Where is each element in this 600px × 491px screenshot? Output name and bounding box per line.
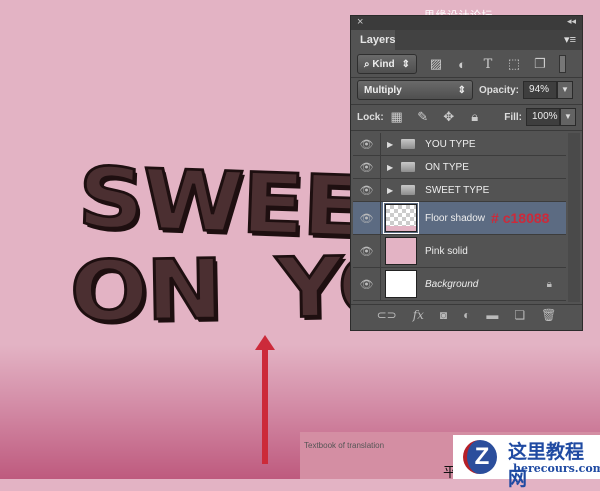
layer-pink-solid[interactable]: 👁︎ Pink solid: [353, 235, 566, 268]
panel-toolbar: ⊂⊃ fx ◙ ◐ ▬ ❏ 🗑︎: [351, 304, 582, 324]
lock-icon: 🔒︎: [546, 278, 552, 290]
artwork-on: ON: [68, 240, 224, 342]
lock-pixels-icon[interactable]: ✎: [416, 109, 430, 124]
eye-icon[interactable]: 👁︎: [353, 235, 381, 267]
layer-name: YOU TYPE: [425, 138, 476, 150]
layer-background[interactable]: 👁︎ Background 🔒︎: [353, 268, 566, 301]
filter-kind-select[interactable]: ⌕ Kind ⇕: [357, 54, 417, 74]
layer-sweet-type[interactable]: 👁︎ ▶ SWEET TYPE: [353, 179, 566, 202]
folder-icon: [401, 185, 416, 195]
layer-thumbnail: [385, 270, 417, 298]
fill-dropdown[interactable]: ▼: [560, 108, 576, 126]
opacity-dropdown[interactable]: ▼: [557, 81, 574, 99]
filter-label: Kind: [372, 58, 395, 70]
smart-object-filter-icon[interactable]: ❐: [533, 56, 547, 71]
layers-panel: × ◂◂ Layers ▾≡ ⌕ Kind ⇕ ▨ ◐ T ⬚ ❐ Multiply ⇕…: [350, 15, 583, 331]
type-filter-icon[interactable]: T: [481, 57, 495, 72]
logo-icon: Z: [463, 440, 497, 474]
expand-icon[interactable]: ▶: [387, 163, 393, 172]
opacity-label: Opacity:: [479, 84, 520, 96]
trash-icon[interactable]: 🗑︎: [541, 308, 556, 322]
eye-icon[interactable]: 👁︎: [353, 202, 381, 234]
link-layers-icon[interactable]: ⊂⊃: [377, 308, 397, 322]
folder-icon: [401, 139, 416, 149]
expand-icon[interactable]: ▶: [387, 186, 393, 195]
lock-label: Lock:: [357, 111, 384, 123]
color-annotation: # c18088: [491, 210, 550, 226]
adjustment-filter-icon[interactable]: ◐: [455, 57, 469, 72]
adjustment-layer-icon[interactable]: ◐: [463, 308, 470, 322]
layer-on-type[interactable]: 👁︎ ▶ ON TYPE: [353, 156, 566, 179]
layer-name: SWEET TYPE: [425, 184, 490, 196]
close-icon[interactable]: ×: [357, 16, 363, 28]
eye-icon[interactable]: 👁︎: [353, 268, 381, 300]
expand-icon[interactable]: ▶: [387, 140, 393, 149]
logo-url: herecours.com: [513, 462, 600, 475]
layer-floor-shadow[interactable]: 👁︎ Floor shadow # c18088: [353, 202, 566, 235]
lock-all-icon[interactable]: 🔒︎: [468, 109, 482, 124]
blend-mode-value: Multiply: [364, 84, 402, 96]
eye-icon[interactable]: 👁︎: [353, 133, 381, 155]
layer-name: Floor shadow: [425, 212, 486, 224]
fx-icon[interactable]: fx: [413, 308, 424, 322]
image-filter-icon[interactable]: ▨: [429, 56, 443, 71]
site-logo: Z 这里教程网 herecours.com: [453, 435, 600, 490]
layer-name: Pink solid: [425, 245, 468, 257]
layer-name: Background: [425, 278, 479, 290]
folder-icon: [401, 162, 416, 172]
layer-thumbnail: [383, 202, 419, 234]
blend-mode-select[interactable]: Multiply ⇕: [357, 80, 473, 100]
eye-icon[interactable]: 👁︎: [353, 179, 381, 201]
fill-input[interactable]: 100%: [526, 108, 560, 126]
layer-thumbnail: [385, 237, 417, 265]
eye-icon[interactable]: 👁︎: [353, 156, 381, 178]
arrow: [262, 348, 268, 464]
opacity-input[interactable]: 94%: [523, 81, 558, 99]
add-mask-icon[interactable]: ◙: [440, 308, 447, 322]
textbook-label: Textbook of translation: [304, 441, 385, 450]
fill-label: Fill:: [504, 111, 522, 123]
panel-menu-icon[interactable]: ▾≡: [564, 33, 576, 46]
lock-position-icon[interactable]: ✥: [442, 109, 456, 124]
scrollbar[interactable]: [568, 133, 580, 302]
layers-list: 👁︎ ▶ YOU TYPE 👁︎ ▶ ON TYPE 👁︎ ▶ SWEET TYPE 👁︎ F…: [353, 133, 566, 301]
collapse-icon[interactable]: ◂◂: [567, 16, 576, 27]
new-group-icon[interactable]: ▬: [486, 308, 498, 322]
new-layer-icon[interactable]: ❏: [514, 308, 525, 322]
lock-transparent-icon[interactable]: ▦: [390, 109, 404, 124]
layer-name: ON TYPE: [425, 161, 469, 173]
filter-toggle[interactable]: [559, 55, 566, 73]
tab-layers[interactable]: Layers: [351, 30, 395, 50]
layer-you-type[interactable]: 👁︎ ▶ YOU TYPE: [353, 133, 566, 156]
shape-filter-icon[interactable]: ⬚: [507, 56, 521, 71]
